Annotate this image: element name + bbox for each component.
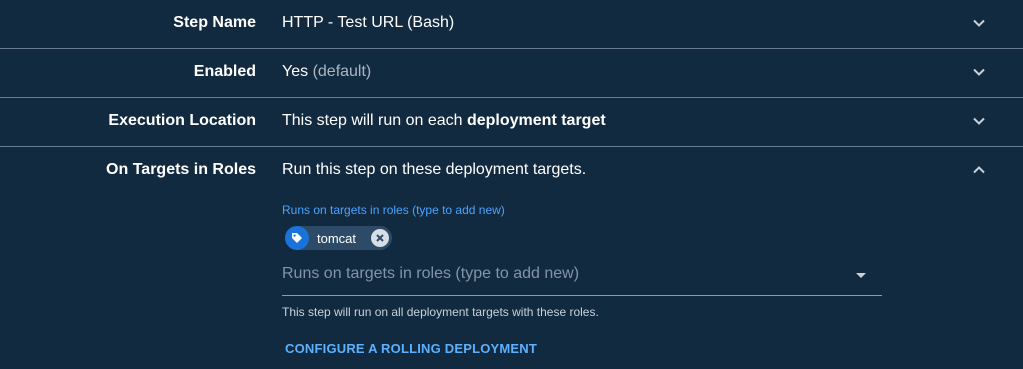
roles-input[interactable]	[282, 265, 842, 283]
roles-input-container	[282, 257, 882, 296]
remove-chip-icon[interactable]	[371, 229, 389, 247]
execution-location-value: This step will run on each deployment ta…	[282, 112, 606, 130]
enabled-default-text: (default)	[312, 63, 372, 80]
target-roles-label: On Targets in Roles	[106, 161, 256, 178]
execution-location-label: Execution Location	[108, 112, 256, 129]
chevron-down-icon[interactable]	[972, 16, 986, 30]
role-chip[interactable]: tomcat	[285, 226, 392, 250]
row-step-name[interactable]: Step Name HTTP - Test URL (Bash)	[0, 0, 1023, 49]
chevron-up-icon[interactable]	[972, 163, 986, 177]
target-roles-summary: Run this step on these deployment target…	[282, 161, 587, 178]
row-target-roles: On Targets in Roles Run this step on the…	[0, 147, 1023, 367]
chevron-down-icon[interactable]	[972, 65, 986, 79]
step-name-value: HTTP - Test URL (Bash)	[282, 14, 455, 31]
roles-helper-text: This step will run on all deployment tar…	[282, 305, 599, 319]
step-name-label: Step Name	[173, 14, 256, 31]
chevron-down-icon[interactable]	[972, 114, 986, 128]
enabled-value-text: Yes	[282, 63, 309, 80]
tag-icon	[285, 226, 309, 250]
execution-location-text: This step will run on each	[282, 112, 467, 129]
row-enabled[interactable]: Enabled Yes (default)	[0, 49, 1023, 98]
role-chip-label: tomcat	[317, 230, 357, 246]
enabled-value: Yes (default)	[282, 63, 371, 81]
execution-location-bold: deployment target	[466, 112, 606, 129]
enabled-label: Enabled	[193, 63, 256, 80]
row-execution-location[interactable]: Execution Location This step will run on…	[0, 98, 1023, 147]
step-settings: Step Name HTTP - Test URL (Bash) Enabled…	[0, 0, 1023, 367]
roles-field-label: Runs on targets in roles (type to add ne…	[282, 203, 505, 217]
dropdown-caret-icon[interactable]	[856, 273, 866, 278]
configure-rolling-deployment-button[interactable]: CONFIGURE A ROLLING DEPLOYMENT	[285, 341, 537, 356]
